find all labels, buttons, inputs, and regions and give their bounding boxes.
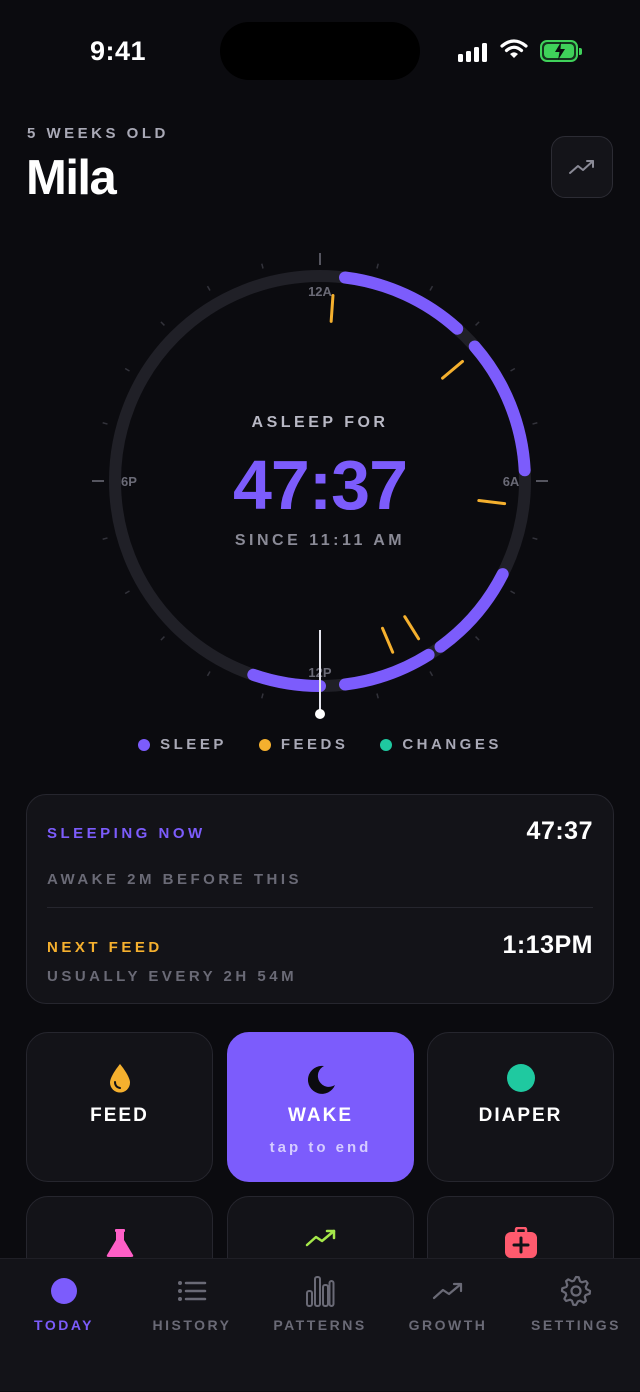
feed-button[interactable]: FEED <box>26 1032 213 1182</box>
feed-button-label: FEED <box>90 1105 149 1126</box>
clock-tick <box>429 671 434 677</box>
circle-icon <box>51 1278 77 1304</box>
feed-mark <box>403 615 421 641</box>
feed-mark <box>329 293 335 323</box>
diaper-button-label: DIAPER <box>478 1105 563 1126</box>
wake-button-hint: tap to end <box>269 1139 372 1156</box>
clock-tick <box>206 285 211 291</box>
first-aid-icon <box>504 1227 537 1258</box>
legend-feeds: FEEDS <box>258 736 349 753</box>
sleep-arc <box>339 271 464 335</box>
next-feed-sub: USUALLY EVERY 2H 54M <box>47 968 298 985</box>
clock-tick <box>429 285 434 291</box>
status-card: SLEEPING NOW 47:37 AWAKE 2M BEFORE THIS … <box>26 794 614 1004</box>
battery-icon <box>540 40 582 62</box>
clock-tick <box>261 263 264 269</box>
sleep-arc <box>434 568 509 653</box>
baby-name: Mila <box>26 151 117 205</box>
clock-tick <box>124 590 130 595</box>
clock-tick <box>124 367 130 372</box>
sleep-arc <box>339 648 435 691</box>
clock-tick <box>261 693 264 699</box>
tab-today[interactable]: TODAY <box>0 1259 128 1392</box>
asleep-timer: 47:37 <box>232 446 408 524</box>
tab-settings[interactable]: SETTINGS <box>512 1259 640 1392</box>
tab-today-label: TODAY <box>34 1317 94 1333</box>
clock-tick <box>510 367 516 372</box>
trend-icon <box>432 1282 463 1300</box>
next-feed-label: NEXT FEED <box>47 939 163 956</box>
gear-icon <box>560 1275 592 1307</box>
clock-tick <box>160 321 165 326</box>
sleeping-now-timer: 47:37 <box>526 817 593 845</box>
trend-icon <box>569 160 594 174</box>
asleep-since: SINCE 11:11 AM <box>234 532 406 549</box>
diaper-button[interactable]: DIAPER <box>427 1032 614 1182</box>
legend-changes-label: CHANGES <box>402 736 502 753</box>
tab-growth-label: GROWTH <box>408 1317 488 1333</box>
hour-label-12a: 12A <box>308 284 332 299</box>
next-feed-time: 1:13PM <box>502 931 593 959</box>
legend-changes-dot <box>380 738 393 751</box>
tab-patterns-label: PATTERNS <box>273 1317 367 1333</box>
legend-sleep-dot <box>138 738 151 751</box>
legend-sleep-label: SLEEP <box>160 736 227 753</box>
trend-icon <box>305 1229 335 1247</box>
bars-icon <box>306 1276 335 1307</box>
now-dot <box>315 709 325 719</box>
tab-history[interactable]: HISTORY <box>128 1259 256 1392</box>
flask-icon <box>106 1229 133 1257</box>
dynamic-island <box>220 22 420 80</box>
feed-mark <box>441 359 464 380</box>
drop-icon <box>109 1064 130 1093</box>
legend-sleep: SLEEP <box>138 736 227 753</box>
list-icon <box>178 1281 207 1301</box>
clock-tick <box>510 590 516 595</box>
clock-tick <box>475 321 480 326</box>
wake-button-label: WAKE <box>288 1105 353 1126</box>
legend-feeds-label: FEEDS <box>280 736 349 753</box>
card-divider <box>47 907 593 908</box>
clock-tick <box>475 636 480 641</box>
legend-changes: CHANGES <box>380 736 502 753</box>
tab-patterns[interactable]: PATTERNS <box>256 1259 384 1392</box>
day-clock: 12A 6A 12P 6P ASLEEP FOR 47:37 SINCE 11:… <box>80 240 560 720</box>
wake-button[interactable]: WAKE tap to end <box>227 1032 414 1182</box>
circle-icon <box>506 1064 535 1092</box>
feed-mark <box>381 626 395 654</box>
sleeping-now-label: SLEEPING NOW <box>47 825 206 842</box>
cellular-signal-icon <box>458 42 487 62</box>
tab-settings-label: SETTINGS <box>530 1317 621 1333</box>
wifi-icon <box>500 39 528 58</box>
legend-feeds-dot <box>258 738 271 751</box>
tab-bar: TODAY HISTORY PATTERNS GROWTH SETTINGS <box>0 1258 640 1391</box>
baby-age: 5 WEEKS OLD <box>27 125 169 142</box>
status-bar: 9:41 <box>0 0 640 100</box>
status-time: 9:41 <box>90 36 147 66</box>
clock-tick <box>206 671 211 677</box>
clock-tick <box>160 636 165 641</box>
growth-trend-button[interactable] <box>551 136 613 198</box>
tab-growth[interactable]: GROWTH <box>384 1259 512 1392</box>
sleeping-now-sub: AWAKE 2M BEFORE THIS <box>47 871 303 888</box>
clock-tick <box>376 693 379 699</box>
moon-icon <box>307 1065 335 1094</box>
tab-history-label: HISTORY <box>152 1317 232 1333</box>
clock-legend: SLEEP FEEDS CHANGES <box>0 736 640 753</box>
clock-tick <box>376 263 379 269</box>
asleep-label: ASLEEP FOR <box>251 414 389 431</box>
